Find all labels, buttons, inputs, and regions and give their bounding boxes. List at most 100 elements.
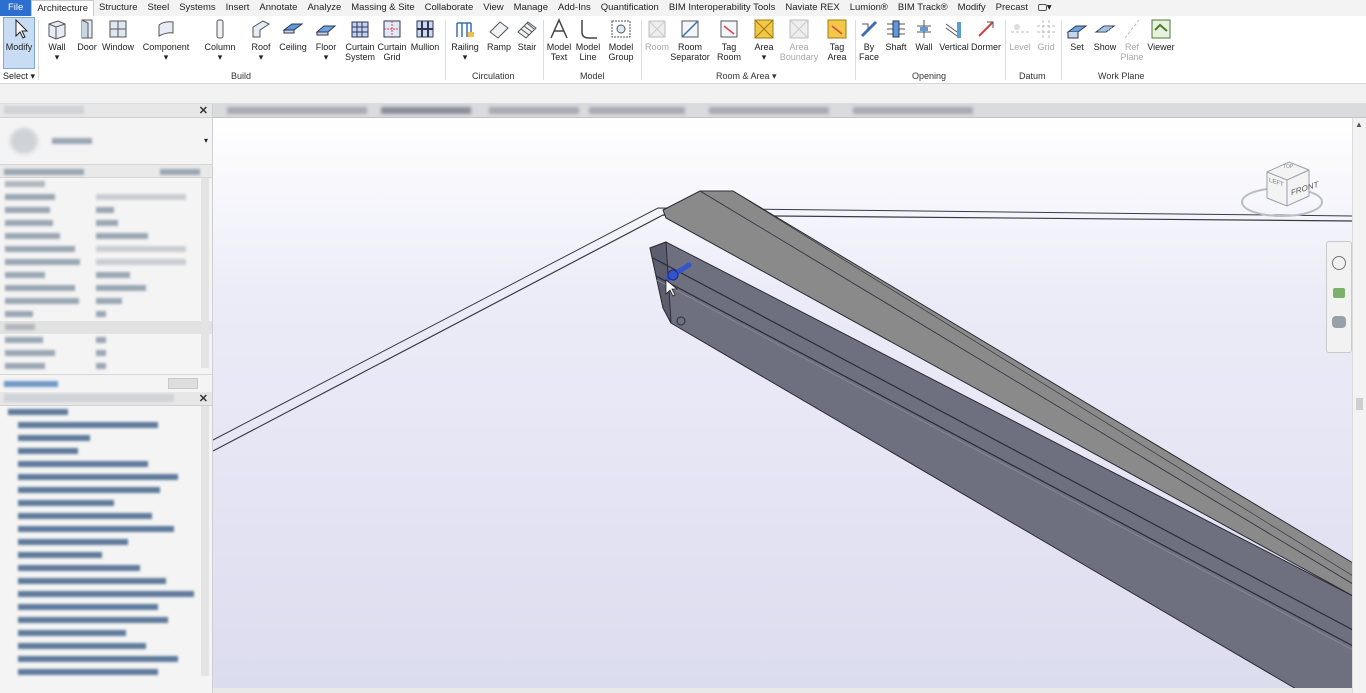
menu-architecture[interactable]: Architecture [31,0,94,16]
menu-systems[interactable]: Systems [174,0,220,16]
floor-button[interactable]: Floor ▾ [312,18,340,68]
list-item[interactable] [0,588,212,601]
beam-top-flange[interactable] [662,190,1354,597]
list-item[interactable] [0,510,212,523]
column-button[interactable]: Column ▾ [204,18,236,68]
wall-button[interactable]: Wall ▾ [44,18,70,68]
orbit-icon[interactable] [1332,316,1346,328]
tag-area-button[interactable]: Tag Area [822,18,852,68]
list-item[interactable] [0,497,212,510]
menu-lumion[interactable]: Lumion® [845,0,893,16]
viewport-scrollbar[interactable]: ▲ [1352,118,1366,693]
room-area-panel-dropdown[interactable]: Room & Area ▾ [716,71,777,82]
tab-view-4[interactable] [589,107,685,114]
menu-precast[interactable]: Precast [991,0,1033,16]
menu-collaborate[interactable]: Collaborate [420,0,479,16]
ramp-button[interactable]: Ramp [486,18,512,68]
zoom-icon[interactable] [1333,288,1345,298]
tab-view-3[interactable] [489,107,579,114]
list-item[interactable] [0,666,212,679]
model-line-button[interactable]: Model Line [574,18,602,68]
stair-button[interactable]: Stair [514,18,540,68]
menu-steel[interactable]: Steel [143,0,175,16]
menu-add-ins[interactable]: Add-Ins [553,0,596,16]
scroll-thumb[interactable] [1356,398,1363,410]
grid-button[interactable]: Grid [1034,18,1058,68]
menu-quantification[interactable]: Quantification [596,0,664,16]
properties-scrollbar[interactable] [201,178,209,368]
select-dropdown[interactable]: Select ▾ [3,71,35,82]
tab-view-1[interactable] [227,107,367,114]
menu-manage[interactable]: Manage [509,0,553,16]
menu-annotate[interactable]: Annotate [254,0,302,16]
by-face-button[interactable]: By Face [857,18,881,68]
menu-file[interactable]: File [0,0,32,16]
list-item[interactable] [0,562,212,575]
modify-button[interactable]: Modify [3,17,35,69]
ref-plane-button[interactable]: Ref Plane [1120,18,1144,68]
wall-opening-button[interactable]: Wall [911,18,937,68]
room-separator-button[interactable]: Room Separator [670,18,710,68]
ceiling-button[interactable]: Ceiling [278,18,308,68]
list-item[interactable] [0,484,212,497]
3d-viewport[interactable]: FRONT LEFT TOP [213,118,1366,693]
type-selector[interactable]: ▾ [0,118,212,164]
viewer-button[interactable]: Viewer [1146,18,1176,68]
list-item[interactable] [0,640,212,653]
project-browser-close-icon[interactable]: ✕ [199,392,208,405]
door-button[interactable]: Door [74,18,100,68]
show-work-plane-button[interactable]: Show [1092,18,1118,68]
properties-close-icon[interactable]: ✕ [199,104,208,117]
list-item[interactable] [0,419,212,432]
menu-view[interactable]: View [478,0,508,16]
model-group-button[interactable]: Model Group [604,18,638,68]
list-item[interactable] [0,575,212,588]
tag-room-button[interactable]: Tag Room [714,18,744,68]
list-item[interactable] [0,614,212,627]
area-button[interactable]: Area ▾ [749,18,779,68]
menu-massing-site[interactable]: Massing & Site [346,0,419,16]
list-item[interactable] [0,627,212,640]
tab-view-active[interactable] [381,107,471,114]
menu-insert[interactable]: Insert [221,0,255,16]
area-boundary-button[interactable]: Area Boundary [779,18,819,68]
menu-modify[interactable]: Modify [953,0,991,16]
set-work-plane-button[interactable]: Set [1066,18,1088,68]
steering-wheel-icon[interactable] [1332,256,1346,270]
list-item[interactable] [0,549,212,562]
list-item[interactable] [0,601,212,614]
room-button[interactable]: Room [643,18,671,68]
menu-naviate-rex[interactable]: Naviate REX [780,0,844,16]
menu-overflow-button[interactable]: ▾ [1033,0,1057,16]
tab-view-5[interactable] [709,107,829,114]
list-item[interactable] [0,445,212,458]
project-browser-scrollbar[interactable] [201,406,209,676]
railing-button[interactable]: Railing ▾ [450,18,480,68]
level-button[interactable]: Level [1008,18,1032,68]
list-item[interactable] [0,458,212,471]
list-item[interactable] [0,536,212,549]
window-button[interactable]: Window [102,18,134,68]
menu-bim-track[interactable]: BIM Track® [893,0,953,16]
instance-selector[interactable] [0,164,212,178]
list-item[interactable] [0,471,212,484]
tab-view-6[interactable] [853,107,973,114]
menu-structure[interactable]: Structure [94,0,143,16]
menu-analyze[interactable]: Analyze [302,0,346,16]
properties-help-link[interactable] [4,381,58,387]
component-button[interactable]: Component ▾ [142,18,190,68]
mullion-button[interactable]: Mullion [408,18,442,68]
model-text-button[interactable]: Model Text [545,18,573,68]
scroll-up-icon[interactable]: ▲ [1355,120,1363,129]
beam-side[interactable] [649,241,1354,693]
list-item[interactable] [0,432,212,445]
list-item[interactable] [0,406,212,419]
apply-button[interactable] [168,378,198,389]
curtain-system-button[interactable]: Curtain System [343,18,377,68]
menu-bim-interop[interactable]: BIM Interoperability Tools [664,0,781,16]
viewcube[interactable]: FRONT LEFT TOP [1239,156,1325,226]
curtain-grid-button[interactable]: Curtain Grid [376,18,408,68]
shaft-button[interactable]: Shaft [883,18,909,68]
dormer-button[interactable]: Dormer [970,18,1002,68]
list-item[interactable] [0,653,212,666]
